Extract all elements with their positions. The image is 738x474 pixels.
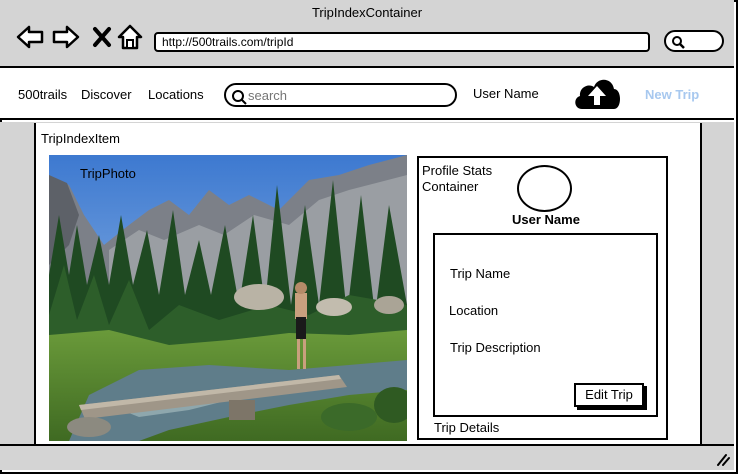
forward-arrow-icon[interactable] xyxy=(52,24,80,50)
avatar[interactable] xyxy=(517,165,572,212)
brand-link[interactable]: 500trails xyxy=(18,87,67,102)
window-title: TripIndexContainer xyxy=(311,5,423,20)
edit-trip-button[interactable]: Edit Trip xyxy=(574,383,644,407)
trip-index-label: TripIndexItem xyxy=(41,131,120,146)
new-trip-link[interactable]: New Trip xyxy=(645,87,699,102)
discover-link[interactable]: Discover xyxy=(81,87,132,102)
search-icon xyxy=(232,90,247,105)
status-bar xyxy=(0,444,734,470)
trip-photo-label: TripPhoto xyxy=(80,166,136,181)
cloud-upload-icon[interactable] xyxy=(572,74,622,112)
search-input[interactable] xyxy=(248,87,448,103)
home-icon[interactable] xyxy=(116,24,144,50)
browser-chrome: TripIndexContainer http://500trails.com/… xyxy=(0,0,734,68)
trip-details-label: Trip Details xyxy=(434,420,500,435)
trip-name: Trip Name xyxy=(450,266,511,281)
trip-photo xyxy=(49,155,407,441)
trip-location: Location xyxy=(449,303,499,318)
close-icon[interactable] xyxy=(88,24,116,50)
resize-grip-icon[interactable] xyxy=(712,452,730,466)
search-input-container[interactable] xyxy=(224,83,457,107)
back-arrow-icon[interactable] xyxy=(16,24,44,50)
locations-link[interactable]: Locations xyxy=(148,87,204,102)
nav-user-name[interactable]: User Name xyxy=(473,86,539,101)
search-icon xyxy=(672,36,685,49)
url-bar[interactable]: http://500trails.com/tripId xyxy=(154,32,650,52)
trip-description: Trip Description xyxy=(450,340,541,355)
profile-stats-label: Profile Stats Container xyxy=(422,163,493,194)
browser-search-field[interactable] xyxy=(664,30,724,52)
profile-user-name[interactable]: User Name xyxy=(512,212,580,227)
